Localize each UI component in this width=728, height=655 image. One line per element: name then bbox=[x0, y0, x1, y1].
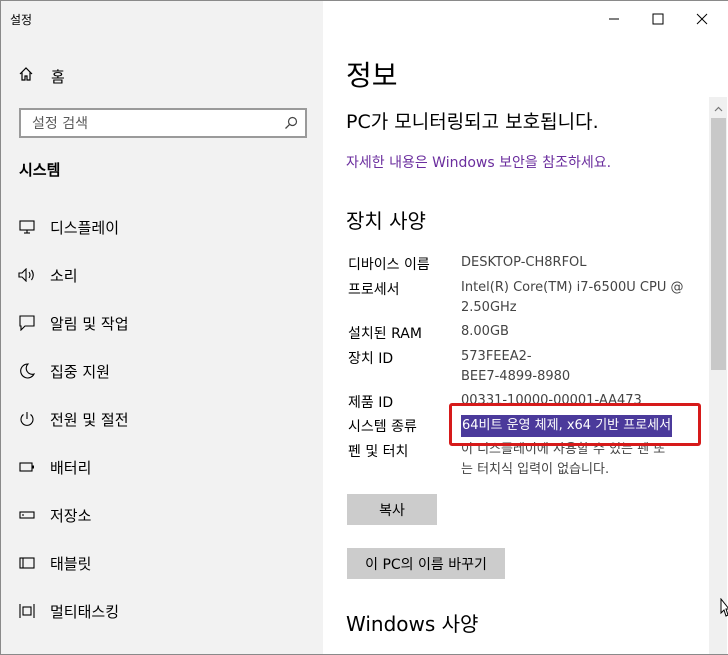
window-title: 설정 bbox=[10, 13, 33, 27]
spec-label-device-name: 디바이스 이름 bbox=[348, 257, 430, 273]
spec-label-processor: 프로세서 bbox=[348, 282, 400, 298]
spec-value-device-id-line2: BEE7-4899-8980 bbox=[461, 369, 571, 384]
chevron-up-icon bbox=[714, 97, 723, 116]
windows-spec-heading: Windows 사양 bbox=[346, 612, 479, 636]
sidebar-item-label: 태블릿 bbox=[50, 554, 92, 573]
spec-value-ram: 8.00GB bbox=[461, 324, 509, 339]
sidebar-home[interactable]: 홈 bbox=[18, 65, 65, 87]
sidebar-item-multitasking[interactable]: 멀티태스킹 bbox=[17, 599, 119, 623]
scrollbar-thumb[interactable] bbox=[711, 118, 726, 370]
sidebar-item-focus-assist[interactable]: 집중 지원 bbox=[17, 359, 110, 383]
storage-icon bbox=[17, 505, 37, 525]
sidebar-item-sound[interactable]: 소리 bbox=[17, 263, 78, 287]
sidebar-item-battery[interactable]: 배터리 bbox=[17, 455, 91, 479]
maximize-icon bbox=[652, 10, 664, 29]
scroll-up-button[interactable] bbox=[709, 98, 727, 114]
spec-value-processor: Intel(R) Core(TM) i7-6500U CPU @ bbox=[461, 280, 684, 295]
moon-icon bbox=[17, 361, 37, 381]
sidebar-item-label: 전원 및 절전 bbox=[50, 410, 129, 429]
protection-status: PC가 모니터링되고 보호됩니다. bbox=[346, 111, 599, 133]
sidebar-item-label: 멀티태스킹 bbox=[50, 602, 120, 621]
cursor-icon bbox=[720, 597, 728, 618]
close-icon bbox=[696, 10, 708, 29]
sidebar-item-display[interactable]: 디스플레이 bbox=[17, 215, 119, 239]
settings-window: 설정 홈 설정 검색 시스템 디스플레이 소리 알림 및 작업 집중 지원 전원… bbox=[0, 0, 728, 655]
spec-label-pen-touch: 펜 및 터치 bbox=[348, 444, 409, 460]
spec-value-pen-touch-line2: 는 터치식 입력이 없습니다. bbox=[461, 462, 610, 477]
spec-label-ram: 설치된 RAM bbox=[348, 326, 422, 342]
notification-icon bbox=[17, 313, 37, 333]
maximize-button[interactable] bbox=[635, 5, 681, 33]
sidebar-item-label: 디스플레이 bbox=[50, 218, 120, 237]
page-title: 정보 bbox=[346, 59, 398, 92]
sidebar-item-label: 소리 bbox=[50, 266, 78, 285]
sidebar-item-label: 집중 지원 bbox=[50, 362, 110, 381]
multitasking-icon bbox=[17, 601, 37, 621]
close-button[interactable] bbox=[679, 5, 725, 33]
tablet-icon bbox=[17, 553, 37, 573]
sidebar-item-storage[interactable]: 저장소 bbox=[17, 503, 91, 527]
battery-icon bbox=[17, 457, 37, 477]
annotation-highlight-box bbox=[449, 403, 701, 446]
copy-button[interactable]: 복사 bbox=[347, 494, 437, 525]
sidebar-section-system: 시스템 bbox=[19, 161, 61, 179]
spec-value-device-id: 573FEEA2- bbox=[461, 349, 532, 364]
minimize-icon bbox=[608, 10, 620, 29]
spec-value-device-name: DESKTOP-CH8RFOL bbox=[461, 255, 587, 270]
device-spec-heading: 장치 사양 bbox=[346, 209, 426, 233]
home-icon bbox=[18, 66, 34, 86]
spec-label-product-id: 제품 ID bbox=[348, 395, 394, 411]
search-input[interactable]: 설정 검색 bbox=[32, 113, 277, 133]
home-label: 홈 bbox=[51, 67, 65, 86]
search-icon[interactable] bbox=[277, 110, 305, 136]
rename-pc-button[interactable]: 이 PC의 이름 바꾸기 bbox=[347, 548, 505, 579]
sidebar-item-label: 알림 및 작업 bbox=[50, 314, 129, 333]
power-icon bbox=[17, 409, 37, 429]
spec-label-system-type: 시스템 종류 bbox=[348, 419, 417, 435]
minimize-button[interactable] bbox=[591, 5, 637, 33]
monitor-icon bbox=[17, 217, 37, 237]
spec-label-device-id: 장치 ID bbox=[348, 351, 394, 367]
sidebar-item-power[interactable]: 전원 및 절전 bbox=[17, 407, 129, 431]
sidebar-item-tablet[interactable]: 태블릿 bbox=[17, 551, 91, 575]
sidebar-item-notifications[interactable]: 알림 및 작업 bbox=[17, 311, 129, 335]
sidebar-item-label: 배터리 bbox=[50, 458, 92, 477]
spec-value-processor-line2: 2.50GHz bbox=[461, 300, 517, 315]
sidebar: 설정 홈 설정 검색 시스템 디스플레이 소리 알림 및 작업 집중 지원 전원… bbox=[1, 1, 323, 654]
sidebar-item-label: 저장소 bbox=[50, 506, 92, 525]
search-box[interactable]: 설정 검색 bbox=[19, 108, 307, 138]
speaker-icon bbox=[17, 265, 37, 285]
windows-security-link[interactable]: 자세한 내용은 Windows 보안을 참조하세요. bbox=[346, 152, 611, 172]
